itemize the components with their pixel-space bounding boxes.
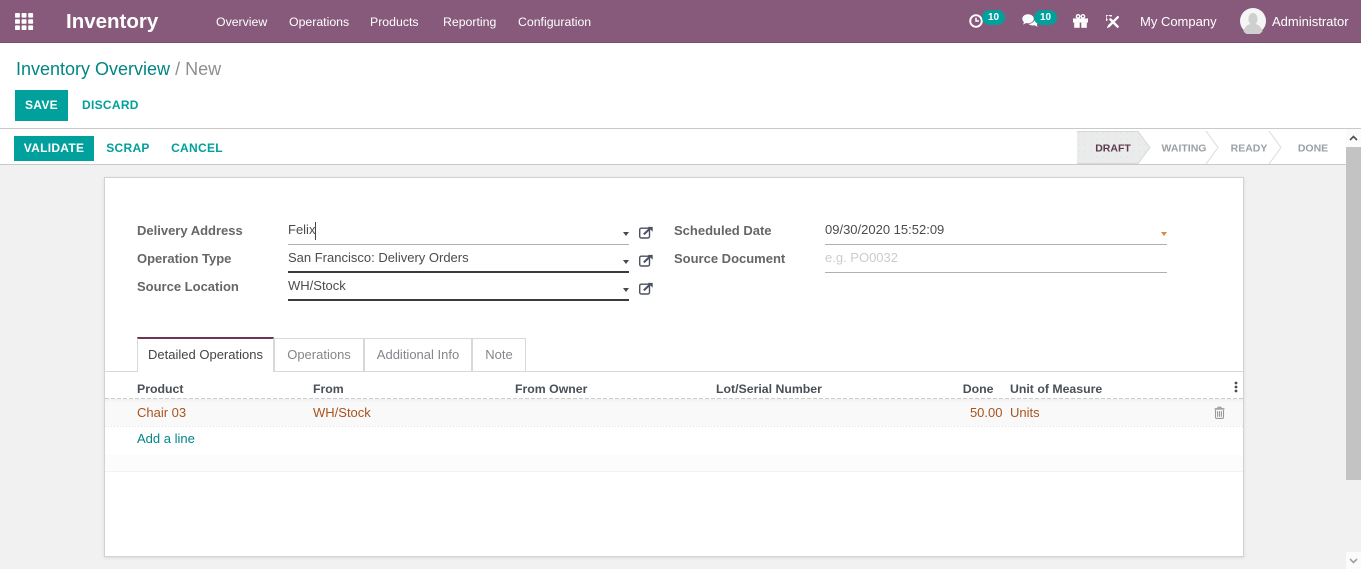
svg-text:WAITING: WAITING — [1162, 143, 1207, 155]
svg-text:DRAFT: DRAFT — [1095, 143, 1131, 155]
svg-text:READY: READY — [1231, 143, 1268, 155]
svg-text:DONE: DONE — [1298, 143, 1328, 155]
